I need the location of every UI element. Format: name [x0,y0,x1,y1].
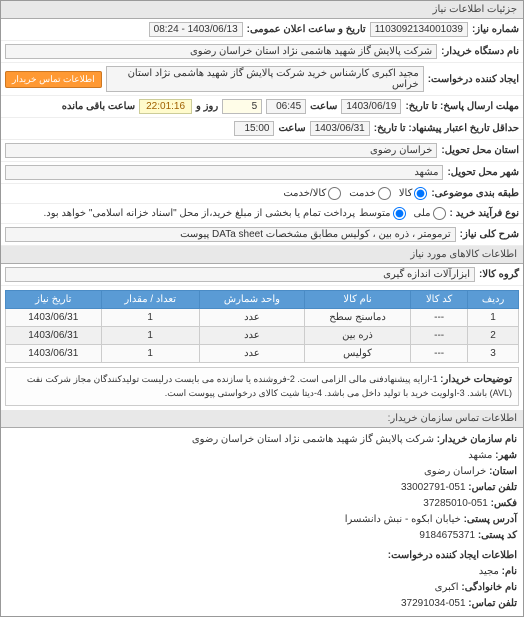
contact-phone-label: تلفن تماس: [468,482,517,493]
table-cell: دماسنج سطح [305,309,411,327]
contact-phone-value: 051-33002791 [401,482,466,493]
table-cell: 1403/06/31 [6,345,102,363]
group-value: ابزارآلات اندازه گیری [5,267,475,282]
table-header: نام کالا [305,291,411,309]
contact-family-value: اکبری [435,582,459,593]
contact-addr-label: آدرس پستی: [464,514,517,525]
contact-name-value: مجید [479,566,499,577]
table-cell: 1 [101,345,199,363]
table-cell: --- [411,309,468,327]
table-row: 1---دماسنج سطحعدد11403/06/31 [6,309,519,327]
items-table: ردیفکد کالانام کالاواحد شمارشتعداد / مقد… [5,290,519,363]
buyer-name-value: شرکت پالایش گاز شهید هاشمی نژاد استان خر… [5,44,437,59]
province-label: استان محل تحویل: [441,145,519,156]
contact-city-value: مشهد [468,450,492,461]
buyer-contact-button[interactable]: اطلاعات تماس خریدار [5,71,102,88]
contact-name-label: نام: [502,566,517,577]
contact-section-header: اطلاعات تماس سازمان خریدار: [1,410,523,428]
desc-label: شرح کلی نیاز: [460,229,519,240]
table-cell: 1 [101,327,199,345]
table-header: ردیف [468,291,519,309]
table-header: تاریخ نیاز [6,291,102,309]
days-remaining-value: 5 [222,99,262,114]
contact-postal-value: 9184675371 [419,530,475,541]
contact-postal-label: کد پستی: [478,530,517,541]
radio-khadamat[interactable]: خدمت [349,187,391,200]
creator-label: ایجاد کننده درخواست: [428,74,519,85]
countdown-timer: 22:01:16 [139,99,192,114]
radio-meli[interactable]: ملی [414,207,446,220]
buy-type-radio-group: ملی متوسط [359,207,445,220]
creator-contact-header: اطلاعات ایجاد کننده درخواست: [7,548,517,564]
remain-label: ساعت باقی مانده [62,101,135,112]
packing-label: طبقه بندی موضوعی: [431,188,519,199]
city-value: مشهد [5,165,443,180]
payment-note: پرداخت تمام یا بخشی از مبلغ خرید،از محل … [44,208,356,219]
time-label-2: ساعت [278,123,305,134]
contact-cphone-label: تلفن تماس: [468,598,517,609]
table-cell: 1403/06/31 [6,309,102,327]
contact-family-label: نام خانوادگی: [461,582,517,593]
city-label: شهر محل تحویل: [447,167,519,178]
table-cell: --- [411,327,468,345]
table-cell: 1 [468,309,519,327]
deadline-date-value: 1403/06/19 [341,99,401,114]
table-header: کد کالا [411,291,468,309]
goods-section-header: اطلاعات کالاهای مورد نیاز [1,246,523,264]
deadline-time-value: 06:45 [266,99,306,114]
deadline-label: مهلت ارسال پاسخ: تا تاریخ: [405,101,519,112]
table-cell: 3 [468,345,519,363]
buyer-name-label: نام دستگاه خریدار: [441,46,519,57]
announce-value: 1403/06/13 - 08:24 [149,22,243,37]
table-cell: --- [411,345,468,363]
contact-org-label: نام سازمان خریدار: [437,434,517,445]
need-number-label: شماره نیاز: [472,24,519,35]
announce-label: تاریخ و ساعت اعلان عمومی: [247,24,366,35]
contact-block: نام سازمان خریدار: شرکت پالایش گاز شهید … [1,428,523,616]
table-cell: عدد [199,327,304,345]
desc-value: ترمومتر ، ذره بین ، کولیس مطابق مشخصات D… [5,227,456,242]
table-row: 3---کولیسعدد11403/06/31 [6,345,519,363]
packing-radio-group: کالا خدمت کالا/خدمت [283,187,427,200]
radio-kala[interactable]: کالا [399,187,428,200]
buyer-notes-box: توضیحات خریدار: 1-ارایه پیشنهادفنی مالی … [5,367,519,406]
radio-kala-khadamat[interactable]: کالا/خدمت [283,187,341,200]
validity-date-value: 1403/06/31 [310,121,370,136]
table-cell: عدد [199,309,304,327]
contact-province-value: خراسان رضوی [424,466,486,477]
table-header: تعداد / مقدار [101,291,199,309]
page-title: جزئیات اطلاعات نیاز [1,1,523,19]
validity-label: حداقل تاریخ اعتبار پیشنهاد: تا تاریخ: [374,123,519,134]
table-cell: کولیس [305,345,411,363]
contact-fax-value: 051-37285010 [423,498,488,509]
table-cell: 2 [468,327,519,345]
contact-addr-value: خیابان ابکوه - نبش دانشسرا [345,514,461,525]
validity-time-value: 15:00 [234,121,274,136]
table-cell: ذره بین [305,327,411,345]
buyer-notes-label: توضیحات خریدار: [440,374,512,385]
radio-avg[interactable]: متوسط [359,207,405,220]
table-cell: عدد [199,345,304,363]
contact-city-label: شهر: [495,450,517,461]
creator-value: مجید اکبری کارشناس خرید شرکت پالایش گاز … [106,66,424,92]
contact-fax-label: فکس: [491,498,517,509]
province-value: خراسان رضوی [5,143,437,158]
days-label: روز و [196,101,218,112]
contact-org-value: شرکت پالایش گاز شهید هاشمی نژاد استان خر… [192,434,434,445]
contact-province-label: استان: [489,466,517,477]
buy-type-label: نوع فرآیند خرید : [450,208,519,219]
time-label-1: ساعت [310,101,337,112]
group-label: گروه کالا: [479,269,519,280]
need-number-value: 1103092134001039 [370,22,468,37]
table-cell: 1 [101,309,199,327]
table-cell: 1403/06/31 [6,327,102,345]
table-row: 2---ذره بینعدد11403/06/31 [6,327,519,345]
contact-cphone-value: 051-37291034 [401,598,466,609]
table-header: واحد شمارش [199,291,304,309]
